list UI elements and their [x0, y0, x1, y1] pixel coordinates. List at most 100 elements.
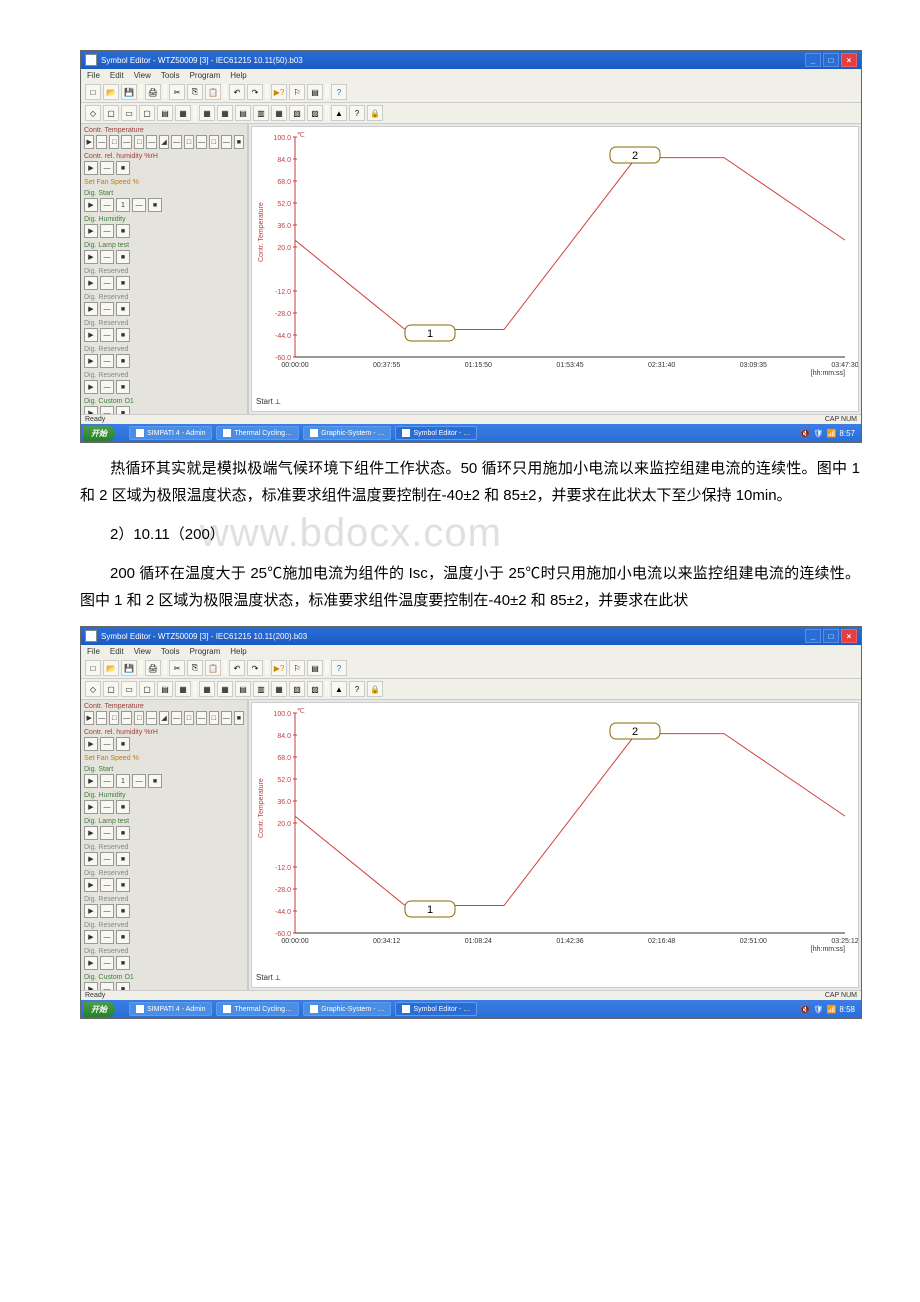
sidebar-control-button[interactable]: ■ — [116, 930, 130, 944]
sidebar-control-button[interactable]: ▶ — [84, 852, 98, 866]
sidebar-control-button[interactable]: — — [100, 904, 114, 918]
sidebar-control-button[interactable]: — — [100, 161, 114, 175]
tray-icon[interactable]: 🛡 — [813, 429, 823, 438]
sidebar-control-button[interactable]: ▶ — [84, 380, 98, 394]
sidebar-control-button[interactable]: — — [221, 135, 231, 149]
sidebar-control-button[interactable]: ■ — [116, 878, 130, 892]
grid-icon[interactable]: ▨ — [307, 681, 323, 697]
start-button[interactable]: 开始 — [83, 1002, 115, 1017]
task-item[interactable]: Thermal Cycling… — [216, 426, 299, 440]
sidebar-control-button[interactable]: □ — [209, 711, 219, 725]
sidebar-control-button[interactable]: — — [100, 826, 114, 840]
tool-icon[interactable]: ? — [349, 681, 365, 697]
sidebar-control-button[interactable]: ▶ — [84, 161, 98, 175]
grid-icon[interactable]: ▦ — [271, 105, 287, 121]
print-icon[interactable]: 🖨 — [145, 84, 161, 100]
sidebar-control-button[interactable]: ■ — [116, 904, 130, 918]
sidebar-control-button[interactable]: ▶ — [84, 956, 98, 970]
grid-icon[interactable]: ▦ — [199, 105, 215, 121]
grid-icon[interactable]: ▦ — [217, 681, 233, 697]
sidebar-control-button[interactable]: □ — [184, 135, 194, 149]
tray-icon[interactable]: 🔇 — [800, 1005, 810, 1014]
sidebar-control-button[interactable]: ▶ — [84, 302, 98, 316]
lock-icon[interactable]: 🔒 — [367, 681, 383, 697]
shape-icon[interactable]: ▤ — [157, 681, 173, 697]
redo-icon[interactable]: ↷ — [247, 84, 263, 100]
sidebar-control-button[interactable]: □ — [109, 135, 119, 149]
grid-icon[interactable]: ▥ — [253, 681, 269, 697]
sidebar-control-button[interactable]: ■ — [116, 302, 130, 316]
sidebar-control-button[interactable]: — — [100, 224, 114, 238]
sidebar-control-button[interactable]: — — [100, 982, 114, 990]
sidebar-control-button[interactable]: ▶ — [84, 774, 98, 788]
save-icon[interactable]: 💾 — [121, 660, 137, 676]
grid-icon[interactable]: ▦ — [199, 681, 215, 697]
sidebar-control-button[interactable]: — — [100, 774, 114, 788]
paste-icon[interactable]: 📋 — [205, 84, 221, 100]
grid-icon[interactable]: ▦ — [271, 681, 287, 697]
help-icon[interactable]: ? — [331, 660, 347, 676]
open-icon[interactable]: 📂 — [103, 84, 119, 100]
sidebar-control-button[interactable]: □ — [184, 711, 194, 725]
menu-help[interactable]: Help — [230, 647, 246, 656]
save-icon[interactable]: 💾 — [121, 84, 137, 100]
sidebar-control-button[interactable]: ▶ — [84, 198, 98, 212]
run-icon[interactable]: ▶? — [271, 84, 287, 100]
sidebar-control-button[interactable]: ■ — [116, 328, 130, 342]
sidebar-control-button[interactable]: ■ — [116, 161, 130, 175]
open-icon[interactable]: 📂 — [103, 660, 119, 676]
sidebar-control-button[interactable]: — — [100, 276, 114, 290]
menu-file[interactable]: File — [87, 647, 100, 656]
sidebar-control-button[interactable]: ▶ — [84, 737, 98, 751]
sidebar-control-button[interactable]: ■ — [148, 198, 162, 212]
shape-icon[interactable]: ▭ — [121, 681, 137, 697]
undo-icon[interactable]: ↶ — [229, 84, 245, 100]
sidebar-control-button[interactable]: — — [100, 328, 114, 342]
sidebar-control-button[interactable]: ▶ — [84, 982, 98, 990]
menu-edit[interactable]: Edit — [110, 71, 124, 80]
sidebar-control-button[interactable]: ■ — [234, 711, 244, 725]
maximize-button[interactable]: □ — [823, 53, 839, 67]
sidebar-control-button[interactable]: — — [100, 380, 114, 394]
sidebar-control-button[interactable]: — — [132, 774, 146, 788]
sidebar-control-button[interactable]: — — [146, 135, 156, 149]
sidebar-control-button[interactable]: ▶ — [84, 904, 98, 918]
sidebar-control-button[interactable]: 1 — [116, 774, 130, 788]
shape-icon[interactable]: ▢ — [103, 105, 119, 121]
cut-icon[interactable]: ✂ — [169, 84, 185, 100]
sidebar-control-button[interactable]: — — [171, 711, 181, 725]
shape-icon[interactable]: ▢ — [103, 681, 119, 697]
sidebar-control-button[interactable]: — — [196, 135, 206, 149]
sidebar-control-button[interactable]: ◢ — [159, 135, 169, 149]
grid-icon[interactable]: ▨ — [307, 105, 323, 121]
sidebar-control-button[interactable]: — — [100, 302, 114, 316]
sidebar-control-button[interactable]: — — [221, 711, 231, 725]
new-icon[interactable]: □ — [85, 660, 101, 676]
sidebar-control-button[interactable]: — — [100, 956, 114, 970]
copy-icon[interactable]: ⎘ — [187, 660, 203, 676]
sidebar-control-button[interactable]: ▶ — [84, 826, 98, 840]
grid-icon[interactable]: ▧ — [289, 105, 305, 121]
sidebar-control-button[interactable]: ■ — [116, 852, 130, 866]
sidebar-control-button[interactable]: — — [171, 135, 181, 149]
sidebar-control-button[interactable]: ■ — [116, 956, 130, 970]
sidebar-control-button[interactable]: ▶ — [84, 878, 98, 892]
tray-icon[interactable]: 📶 — [826, 1005, 836, 1014]
grid-icon[interactable]: ▥ — [253, 105, 269, 121]
sidebar-control-button[interactable]: — — [100, 852, 114, 866]
sidebar-control-button[interactable]: □ — [209, 135, 219, 149]
sidebar-control-button[interactable]: — — [121, 135, 131, 149]
tool-icon[interactable]: ▲ — [331, 681, 347, 697]
task-item[interactable]: Graphic-System - … — [303, 1002, 391, 1016]
lock-icon[interactable]: 🔒 — [367, 105, 383, 121]
grid-icon[interactable]: ▤ — [235, 105, 251, 121]
cut-icon[interactable]: ✂ — [169, 660, 185, 676]
close-button[interactable]: × — [841, 629, 857, 643]
minimize-button[interactable]: _ — [805, 629, 821, 643]
sidebar-control-button[interactable]: ■ — [116, 224, 130, 238]
sidebar-control-button[interactable]: — — [100, 737, 114, 751]
report-icon[interactable]: ▤ — [307, 84, 323, 100]
sidebar-control-button[interactable]: ■ — [116, 250, 130, 264]
shape-icon[interactable]: ◇ — [85, 681, 101, 697]
sidebar-control-button[interactable]: ▶ — [84, 711, 94, 725]
